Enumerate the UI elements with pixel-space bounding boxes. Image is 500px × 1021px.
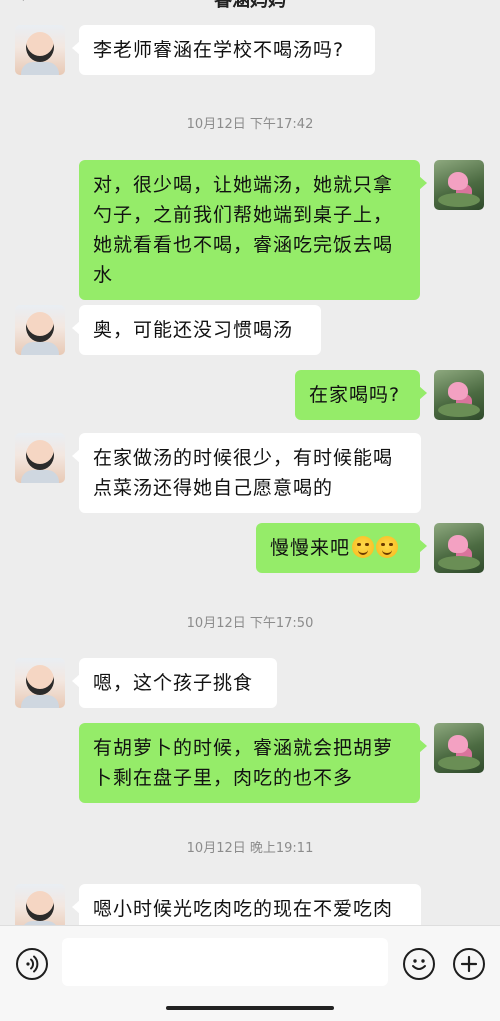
contact-avatar[interactable] <box>15 884 65 925</box>
timestamp: 10月12日 晚上19:11 <box>186 841 314 856</box>
voice-icon[interactable] <box>16 948 48 980</box>
contact-avatar[interactable] <box>15 658 65 708</box>
message-bubble-sent[interactable]: 慢慢来吧 <box>256 523 427 573</box>
home-indicator[interactable] <box>166 1006 334 1010</box>
message-bubble-received[interactable]: 嗯，这个孩子挑食 <box>72 658 277 708</box>
contact-avatar[interactable] <box>15 305 65 355</box>
message-bubble-sent[interactable]: 在家喝吗? <box>295 370 427 420</box>
emoji-icon[interactable] <box>403 948 435 980</box>
self-avatar[interactable] <box>434 723 484 773</box>
smile-emoji-icon <box>376 536 399 558</box>
input-bar <box>0 925 500 1021</box>
contact-avatar[interactable] <box>15 433 65 483</box>
plus-icon[interactable] <box>453 948 485 980</box>
contact-avatar[interactable] <box>15 25 65 75</box>
message-bubble-received[interactable]: 嗯小时候光吃肉吃的现在不爱吃肉 <box>72 884 421 925</box>
message-bubble-received[interactable]: 奥，可能还没习惯喝汤 <box>72 305 321 355</box>
smile-emoji-icon <box>352 536 375 558</box>
self-avatar[interactable] <box>434 160 484 210</box>
chat-area[interactable]: 李老师睿涵在学校不喝汤吗? 10月12日 下午17:42 对，很少喝，让她端汤，… <box>0 0 500 925</box>
message-bubble-received[interactable]: 李老师睿涵在学校不喝汤吗? <box>72 25 375 75</box>
message-bubble-sent[interactable]: 有胡萝卜的时候，睿涵就会把胡萝卜剩在盘子里，肉吃的也不多 <box>79 723 427 803</box>
message-bubble-received[interactable]: 在家做汤的时候很少，有时候能喝点菜汤还得她自己愿意喝的 <box>72 433 421 513</box>
timestamp: 10月12日 下午17:50 <box>186 616 314 631</box>
timestamp: 10月12日 下午17:42 <box>186 117 314 132</box>
self-avatar[interactable] <box>434 523 484 573</box>
message-bubble-sent[interactable]: 对，很少喝，让她端汤，她就只拿勺子，之前我们帮她端到桌子上，她就看看也不喝，睿涵… <box>79 160 427 300</box>
message-input[interactable] <box>62 938 388 986</box>
message-text: 慢慢来吧 <box>270 537 351 559</box>
self-avatar[interactable] <box>434 370 484 420</box>
